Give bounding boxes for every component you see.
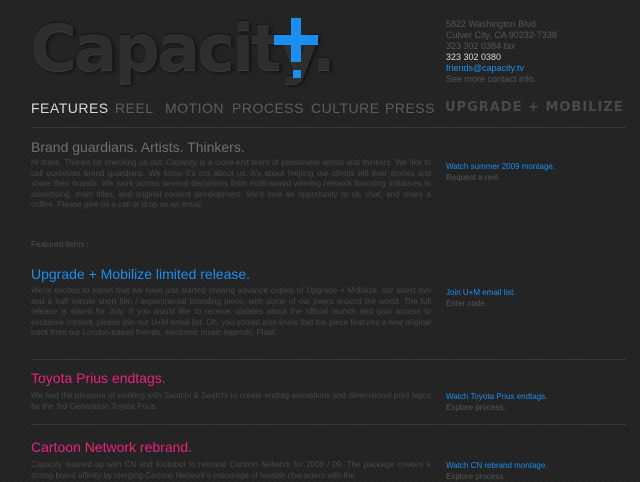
item-links-cartoon: Watch CN rebrand montage. Explore proces… bbox=[446, 460, 548, 482]
intro-body: Hi there. Thanks for checking us out. Ca… bbox=[31, 158, 431, 209]
item-divider bbox=[31, 424, 626, 425]
item-links-upgrade: Join U+M email list. Enter code. bbox=[446, 287, 516, 309]
request-reel-link[interactable]: Request a reel. bbox=[446, 172, 555, 183]
nav-features[interactable]: FEATURES bbox=[31, 100, 109, 116]
item-body-upgrade: We're excited to report that we have jus… bbox=[31, 286, 431, 337]
logo-dot-icon bbox=[293, 70, 301, 78]
explore-process-link[interactable]: Explore process. bbox=[446, 402, 547, 413]
enter-code-link[interactable]: Enter code. bbox=[446, 298, 516, 309]
contact-info: 5822 Washington Blvd Culver City, CA 902… bbox=[446, 19, 557, 85]
nav-process[interactable]: PROCESS bbox=[232, 100, 304, 116]
item-links-prius: Watch Toyota Prius endtags. Explore proc… bbox=[446, 391, 547, 413]
intro-links: Watch summer 2009 montage. Request a ree… bbox=[446, 161, 555, 183]
explore-process-link[interactable]: Explore process. bbox=[446, 471, 548, 482]
address-line-2: Culver City, CA 90232-7338 bbox=[446, 30, 557, 40]
watch-montage-link[interactable]: Watch summer 2009 montage. bbox=[446, 161, 555, 172]
intro-title: Brand guardians. Artists. Thinkers. bbox=[31, 139, 245, 155]
watch-prius-link[interactable]: Watch Toyota Prius endtags. bbox=[446, 391, 547, 402]
item-body-prius: We had the pleasure of working with Saat… bbox=[31, 391, 431, 411]
nav-press[interactable]: PRESS bbox=[385, 100, 435, 116]
nav-motion[interactable]: MOTION bbox=[165, 100, 224, 116]
phone-number: 323 302 0380 bbox=[446, 52, 502, 62]
fax-number: 323 302 0384 fax bbox=[446, 41, 516, 51]
watch-cn-link[interactable]: Watch CN rebrand montage. bbox=[446, 460, 548, 471]
featured-label: Featured items : bbox=[31, 240, 89, 249]
nav-upgrade-mobilize[interactable]: UPGRADE + MOBILIZE bbox=[445, 100, 624, 115]
nav-reel[interactable]: REEL bbox=[115, 100, 154, 116]
item-title-upgrade[interactable]: Upgrade + Mobilize limited release. bbox=[31, 266, 250, 282]
email-link[interactable]: friends@capacity.tv bbox=[446, 63, 557, 74]
logo-plus-icon bbox=[274, 18, 318, 62]
item-body-cartoon: Capacity teamed up with CN and Kidrobot … bbox=[31, 460, 431, 480]
nav-divider bbox=[31, 127, 626, 128]
address-line-1: 5822 Washington Blvd bbox=[446, 19, 536, 29]
more-contact-link[interactable]: See more contact info. bbox=[446, 74, 557, 85]
capacity-logo[interactable]: Capacity. bbox=[30, 14, 360, 84]
item-title-prius[interactable]: Toyota Prius endtags. bbox=[31, 370, 166, 386]
nav-culture[interactable]: CULTURE bbox=[311, 100, 380, 116]
join-um-list-link[interactable]: Join U+M email list. bbox=[446, 287, 516, 298]
item-title-cartoon[interactable]: Cartoon Network rebrand. bbox=[31, 439, 192, 455]
item-divider bbox=[31, 359, 626, 360]
